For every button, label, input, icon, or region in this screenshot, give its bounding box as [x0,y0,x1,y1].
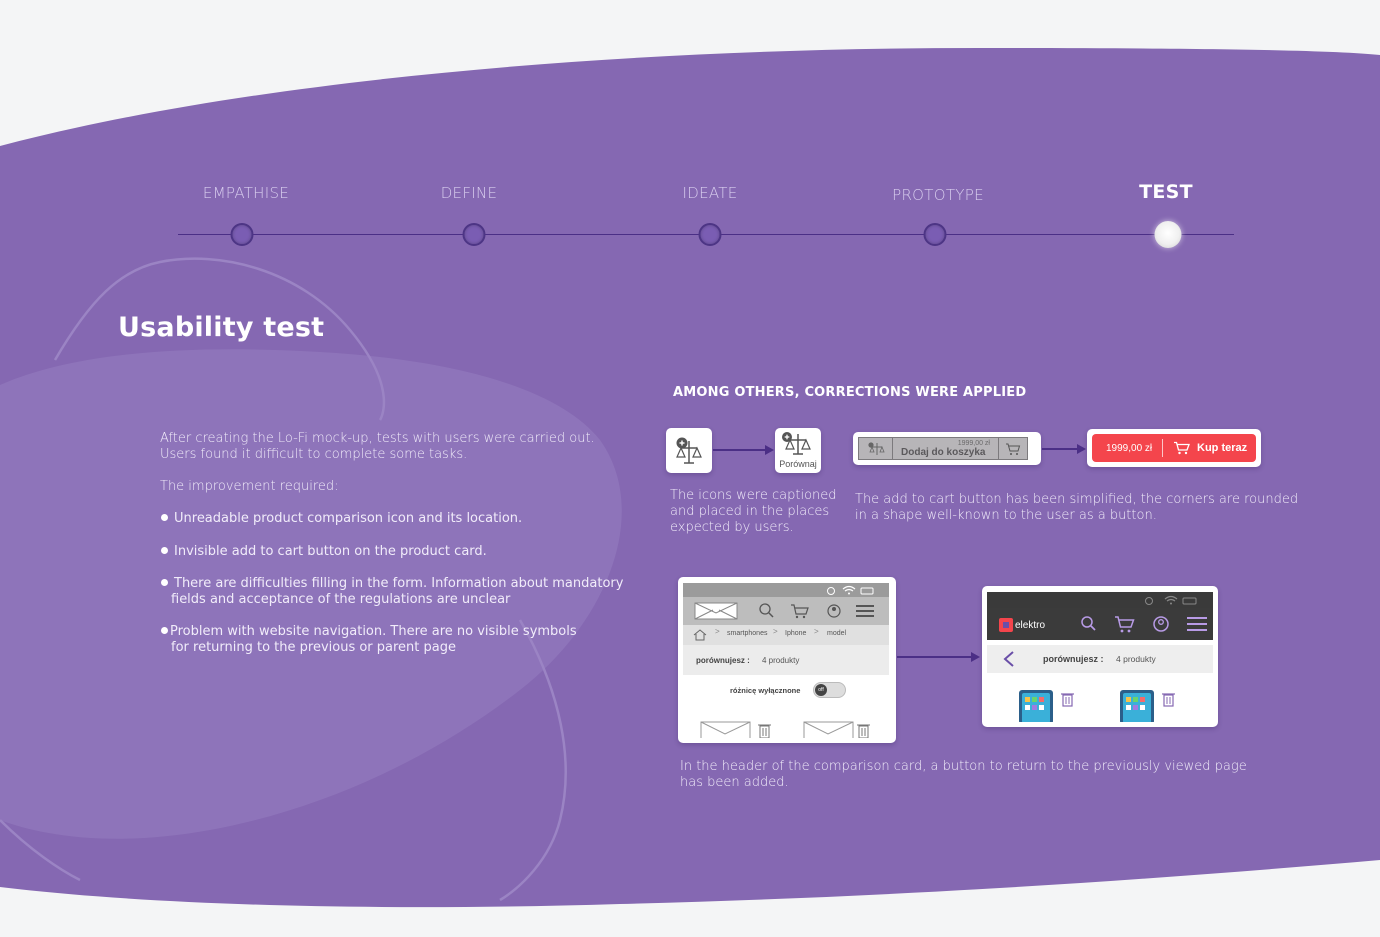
arrow [897,656,972,658]
caption-icons-line-1: The icons were captioned [670,488,837,503]
breadcrumb-item[interactable]: model [827,630,846,637]
bullet-item-continuation: for returning to the previous or parent … [171,640,456,655]
product-thumbnails [1019,690,1175,722]
toggle-knob: off [815,684,827,696]
differences-toggle[interactable]: off [813,682,846,698]
timeline-step-test-label: TEST [1139,181,1193,203]
arrow [1042,448,1078,450]
timeline-dot-empathise[interactable] [230,223,254,246]
timeline-dot-prototype[interactable] [923,223,947,246]
breadcrumb-item[interactable]: Iphone [785,630,806,637]
compare-icon-after: Porównaj [775,428,821,473]
status-bar [683,583,889,597]
toggle-label: różnicę wyłącznone [730,686,801,695]
breadcrumb: > smartphones > Iphone > model [683,625,889,645]
arrow [713,449,766,451]
compare-icon-before [666,428,712,473]
chevron-right-icon: > [814,627,819,636]
hifi-header: elektro [987,608,1213,640]
bullet-item: Invisible add to cart button on the prod… [161,544,487,560]
trash-icon[interactable] [1162,693,1175,707]
hifi-comparison-mockup: elektro porównujesz: 4 produkty [982,586,1218,727]
elektro-logo-icon [999,618,1013,632]
menu-icon[interactable] [1187,617,1207,631]
lofi-cart-text: 1999,00 zł Dodaj do koszyka [893,438,999,459]
bullet-item: Unreadable product comparison icon and i… [161,511,522,527]
bullet-dot-icon [161,627,168,634]
phone-thumbnail[interactable] [1120,690,1154,722]
home-icon[interactable] [693,629,707,641]
timeline-step-ideate-label: IDEATE [682,184,738,202]
compare-bar: porównujesz : 4 produkty [987,645,1213,673]
scale-icon [782,432,811,455]
bullet-item-continuation: fields and acceptance of the regulations… [171,592,511,607]
intro-line-1: After creating the Lo-Fi mock-up, tests … [160,431,595,446]
phone-thumbnail[interactable] [1019,690,1053,722]
timeline-dot-ideate[interactable] [698,223,722,246]
cart-icon[interactable] [1115,616,1135,633]
arrow-head-icon [1077,444,1086,454]
cart-icon [1174,441,1190,455]
corrections-heading: AMONG OTHERS, CORRECTIONS WERE APPLIED [673,385,1027,400]
compare-label: porównujesz : [696,656,750,665]
improvement-label: The improvement required: [160,479,339,494]
bullet-item: There are difficulties filling in the fo… [161,576,623,592]
section-title: Usability test [118,312,325,343]
caption-cart-line-1: The add to cart button has been simplifi… [855,492,1299,507]
product-placeholders [700,721,870,738]
caption-icons-line-3: expected by users. [670,520,794,535]
brand-name[interactable]: elektro [1015,620,1045,631]
bullet-dot-icon [161,547,168,554]
arrow-head-icon [971,652,980,662]
timeline-step-prototype-label: PROTOTYPE [892,186,984,204]
timeline-dot-define[interactable] [462,223,486,246]
timeline-dot-test[interactable] [1154,221,1182,248]
back-chevron-icon[interactable] [1002,650,1016,668]
lofi-header [683,597,889,625]
hifi-cart-price: 1999,00 zł [1106,442,1153,454]
compare-icon-caption: Porównaj [779,459,817,469]
timeline-step-define-label: DEFINE [440,184,498,202]
status-icons [827,585,874,595]
hifi-cart-buy: Kup teraz [1163,441,1247,455]
trash-icon[interactable] [1061,693,1074,707]
chevron-right-icon: > [715,627,720,636]
breadcrumb-item[interactable]: smartphones [727,630,767,637]
compare-bar: porównujesz : 4 produkty [683,645,889,675]
timeline-step-empathise-label: EMPATHISE [202,184,290,202]
lofi-add-to-cart-button: 1999,00 zł Dodaj do koszyka [858,437,1028,460]
scale-icon [676,437,702,464]
scale-icon [859,438,893,459]
compare-count: 4 produkty [1116,654,1156,664]
caption-header-line-1: In the header of the comparison card, a … [680,759,1247,774]
compare-label: porównujesz : [1043,654,1104,664]
bullet-dot-icon [161,514,168,521]
trash-icon[interactable] [857,724,870,738]
caption-cart-line-2: in a shape well-known to the user as a b… [855,508,1157,523]
trash-icon[interactable] [758,724,771,738]
hifi-buy-now-button[interactable]: 1999,00 zł Kup teraz [1092,434,1256,462]
compare-count: 4 produkty [762,656,800,665]
bullet-item: Problem with website navigation. There a… [161,624,577,640]
search-icon[interactable] [1081,616,1096,631]
lofi-cart-price: 1999,00 zł [957,440,990,447]
bullet-dot-icon [161,579,168,586]
user-icon[interactable] [1153,616,1169,632]
lofi-comparison-mockup: > smartphones > Iphone > model porównuje… [678,577,896,743]
status-icons [1145,595,1197,605]
chevron-right-icon: > [773,627,778,636]
status-bar [987,592,1213,608]
cart-icon [999,438,1027,459]
caption-icons-line-2: and placed in the places [670,504,830,519]
lofi-cart-label: Dodaj do koszyka [901,447,986,458]
caption-header-line-2: has been added. [680,775,789,790]
arrow-head-icon [765,445,774,455]
intro-line-2: Users found it difficult to complete som… [160,447,468,462]
